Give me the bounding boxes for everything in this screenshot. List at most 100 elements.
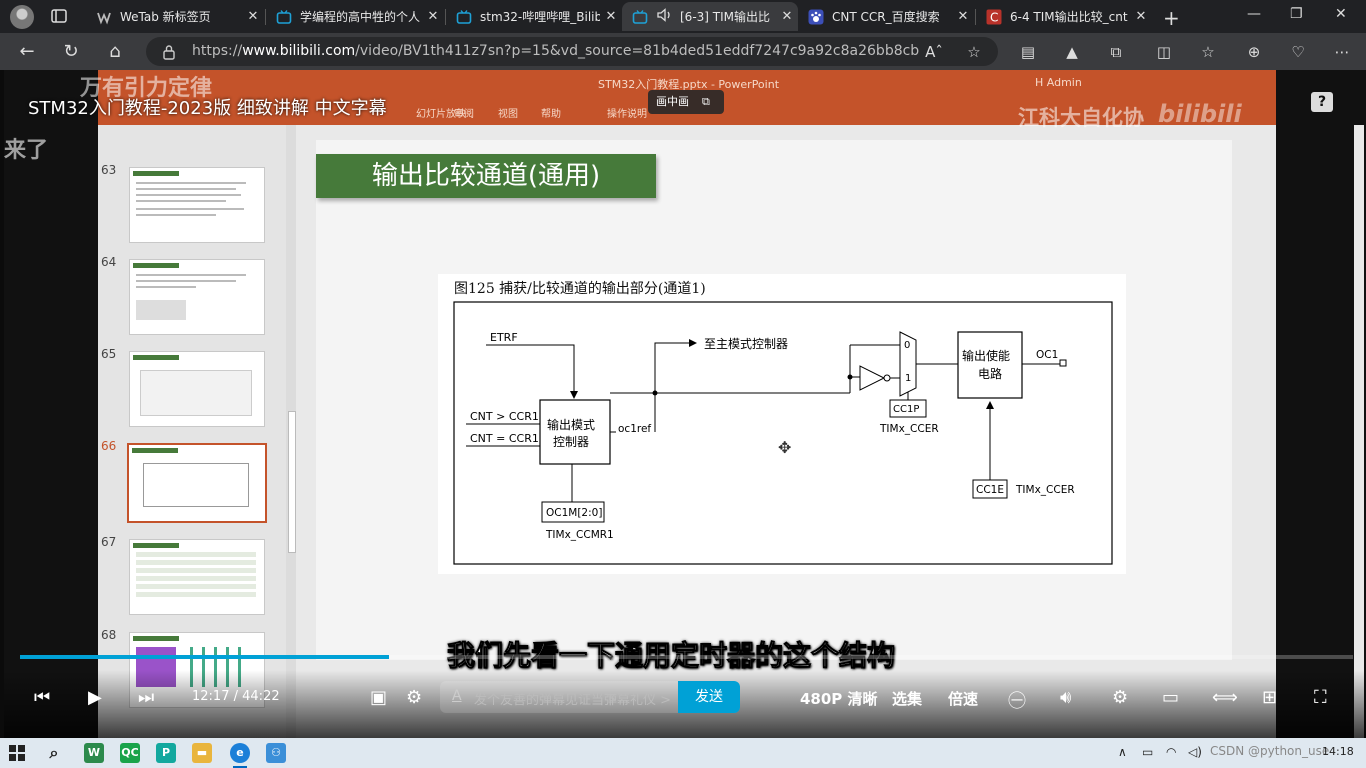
speed-button[interactable]: 倍速 (948, 688, 978, 709)
close-tab-icon[interactable]: ✕ (1130, 9, 1152, 24)
tab-bilibili-profile[interactable]: 学编程的高中牲的个人 ✕ (266, 2, 444, 31)
new-tab-plus-icon[interactable]: + (1163, 6, 1180, 30)
speaker-icon[interactable] (656, 7, 674, 26)
label-timx-ccer-2: TIMx_CCER (1015, 484, 1075, 496)
wifi-icon[interactable]: ◠ (1166, 745, 1176, 759)
progress-fill (20, 655, 390, 659)
home-icon[interactable]: ⌂ (104, 41, 126, 63)
output-compare-block-diagram: 图125 捕获/比较通道的输出部分(通道1) ETRF CNT > CCR1 C… (438, 274, 1126, 574)
app-network-icon[interactable]: ⚇ (266, 743, 286, 763)
battery-icon[interactable]: ▭ (1142, 745, 1153, 759)
search-icon[interactable]: ⌕ (44, 743, 64, 763)
label-cc1e: CC1E (976, 484, 1004, 496)
extensions-puzzle-icon[interactable]: ⧉ (1106, 42, 1126, 62)
lock-icon[interactable] (162, 44, 176, 60)
close-window-icon[interactable]: ✕ (1335, 6, 1347, 22)
time-display: 12:17 / 44:22 (192, 689, 280, 704)
volume-icon[interactable]: 🔊︎ (1060, 687, 1071, 708)
previous-episode-icon[interactable]: ⏮ (34, 687, 50, 708)
play-icon[interactable]: ▶ (88, 687, 102, 708)
wps-icon[interactable]: W (84, 743, 104, 763)
close-tab-icon[interactable]: ✕ (776, 9, 798, 24)
fullscreen-icon[interactable]: ⛶ (1314, 687, 1327, 708)
watermark-school: 江科大自化协 (1018, 106, 1144, 130)
collections-add-icon[interactable]: ⊕ (1244, 42, 1264, 62)
pip-icon: ⧉ (702, 95, 710, 108)
browser-tab-strip: WeTab 新标签页 ✕ 学编程的高中牲的个人 ✕ stm32-哔哩哔哩_Bil… (0, 0, 1366, 33)
next-episode-icon[interactable]: ⏭ (138, 687, 154, 708)
favorite-star-icon[interactable]: ☆ (964, 42, 984, 62)
close-tab-icon[interactable]: ✕ (600, 9, 622, 24)
web-fullscreen-icon[interactable]: ⊞ (1262, 687, 1277, 708)
split-screen-icon[interactable]: ◫ (1154, 42, 1174, 62)
quality-selector[interactable]: 480P 清晰 (800, 688, 878, 709)
slide-thumbnail-selected[interactable] (127, 443, 267, 523)
slide-thumbnail[interactable] (129, 351, 265, 427)
url-text[interactable]: https://www.bilibili.com/video/BV1th411z… (192, 43, 919, 59)
slide-scrollbar[interactable] (1354, 125, 1364, 738)
edge-browser-icon[interactable]: e (230, 743, 250, 763)
thumb-number: 67 (101, 535, 117, 549)
restore-icon[interactable]: ❐ (1290, 6, 1303, 22)
favorites-icon[interactable]: ☆ (1198, 42, 1218, 62)
collections-icon[interactable]: ▤ (1018, 42, 1038, 62)
danmaku-etiquette-link[interactable]: 弹幕礼仪 > (604, 689, 671, 708)
extension-logo-icon[interactable]: ▲ (1062, 42, 1082, 62)
tab-active-video[interactable]: [6-3] TIM输出比 ✕ (622, 2, 798, 31)
close-tab-icon[interactable]: ✕ (422, 9, 444, 24)
close-tab-icon[interactable]: ✕ (952, 9, 974, 24)
windows-start-icon[interactable] (9, 745, 25, 761)
video-player[interactable]: STM32入门教程.pptx - PowerPoint H Admin 幻灯片放… (4, 70, 1366, 738)
tray-chevron-icon[interactable]: ∧ (1118, 745, 1127, 759)
thumbnail-scrollbar[interactable] (286, 125, 296, 738)
slide-thumbnail[interactable] (129, 259, 265, 335)
slide-heading: 输出比较通道(通用) (316, 154, 656, 198)
label-mode-ctrl-2: 控制器 (553, 435, 589, 449)
wide-screen-icon[interactable]: ⟺ (1212, 687, 1238, 708)
qt-creator-icon[interactable]: QC (120, 743, 140, 763)
danmaku-settings-icon[interactable]: ⚙ (406, 687, 422, 708)
browser-essentials-icon[interactable]: ♡ (1288, 42, 1308, 62)
player-controls: ⏮ ▶ ⏭ 12:17 / 44:22 ▣ ⚙ A 发个友善的弹幕见证当下 弹幕… (4, 670, 1366, 738)
send-danmaku-button[interactable]: 发送 (678, 681, 740, 713)
subtitles-icon[interactable]: ㊀ (1008, 687, 1026, 713)
more-menu-icon[interactable]: ⋯ (1332, 42, 1352, 62)
address-bar[interactable]: https://www.bilibili.com/video/BV1th411z… (146, 37, 998, 66)
label-cnt-eq: CNT = CCR1 (470, 432, 539, 445)
svg-text:C: C (990, 10, 998, 24)
tab-csdn[interactable]: C 6-4 TIM输出比较_cnt ✕ (976, 2, 1152, 31)
app-p-icon[interactable]: P (156, 743, 176, 763)
mini-player-icon[interactable]: ▭ (1162, 687, 1179, 708)
picture-in-picture-button[interactable]: 画中画 ⧉ (648, 90, 724, 114)
danmaku-toggle-icon[interactable]: ▣ (370, 687, 387, 708)
volume-tray-icon[interactable]: ◁) (1188, 745, 1202, 759)
tab-title: 学编程的高中牲的个人 (300, 10, 421, 24)
back-arrow-icon[interactable]: ← (16, 41, 38, 63)
slide-thumbnail[interactable] (129, 167, 265, 243)
read-aloud-icon[interactable]: Aˆ (924, 42, 944, 62)
file-explorer-icon[interactable]: ▬ (192, 743, 212, 763)
label-oc1ref: oc1ref (618, 423, 651, 435)
slide-thumbnails-panel: 63 64 65 66 67 68 (98, 125, 286, 738)
tab-bilibili-search[interactable]: stm32-哔哩哔哩_Bilibi ✕ (446, 2, 622, 31)
watermark-bilibili-logo: bilibili (1158, 100, 1242, 128)
label-timx-ccmr1: TIMx_CCMR1 (545, 529, 614, 541)
tab-baidu[interactable]: CNT CCR_百度搜索 ✕ (798, 2, 974, 31)
close-tab-icon[interactable]: ✕ (242, 9, 264, 24)
tab-wetab[interactable]: WeTab 新标签页 ✕ (86, 2, 264, 31)
reload-icon[interactable]: ↻ (60, 41, 82, 63)
episodes-button[interactable]: 选集 (892, 688, 922, 709)
minimize-icon[interactable]: — (1247, 6, 1261, 22)
settings-gear-icon[interactable]: ⚙ (1112, 687, 1128, 708)
help-question-icon[interactable]: ? (1311, 92, 1333, 112)
profile-avatar-icon[interactable] (10, 5, 34, 29)
bilibili-tv-icon (276, 9, 292, 25)
label-mode-ctrl-1: 输出模式 (547, 417, 595, 432)
ppt-ribbon-help: 帮助 (541, 109, 561, 120)
danmaku-style-icon[interactable]: A (452, 688, 462, 704)
taskbar-clock[interactable]: 14:18 (1322, 745, 1354, 758)
progress-bar[interactable] (20, 655, 1353, 659)
label-master-mode: 至主模式控制器 (704, 337, 788, 351)
slide-thumbnail[interactable] (129, 539, 265, 615)
tab-actions-icon[interactable] (50, 7, 68, 25)
